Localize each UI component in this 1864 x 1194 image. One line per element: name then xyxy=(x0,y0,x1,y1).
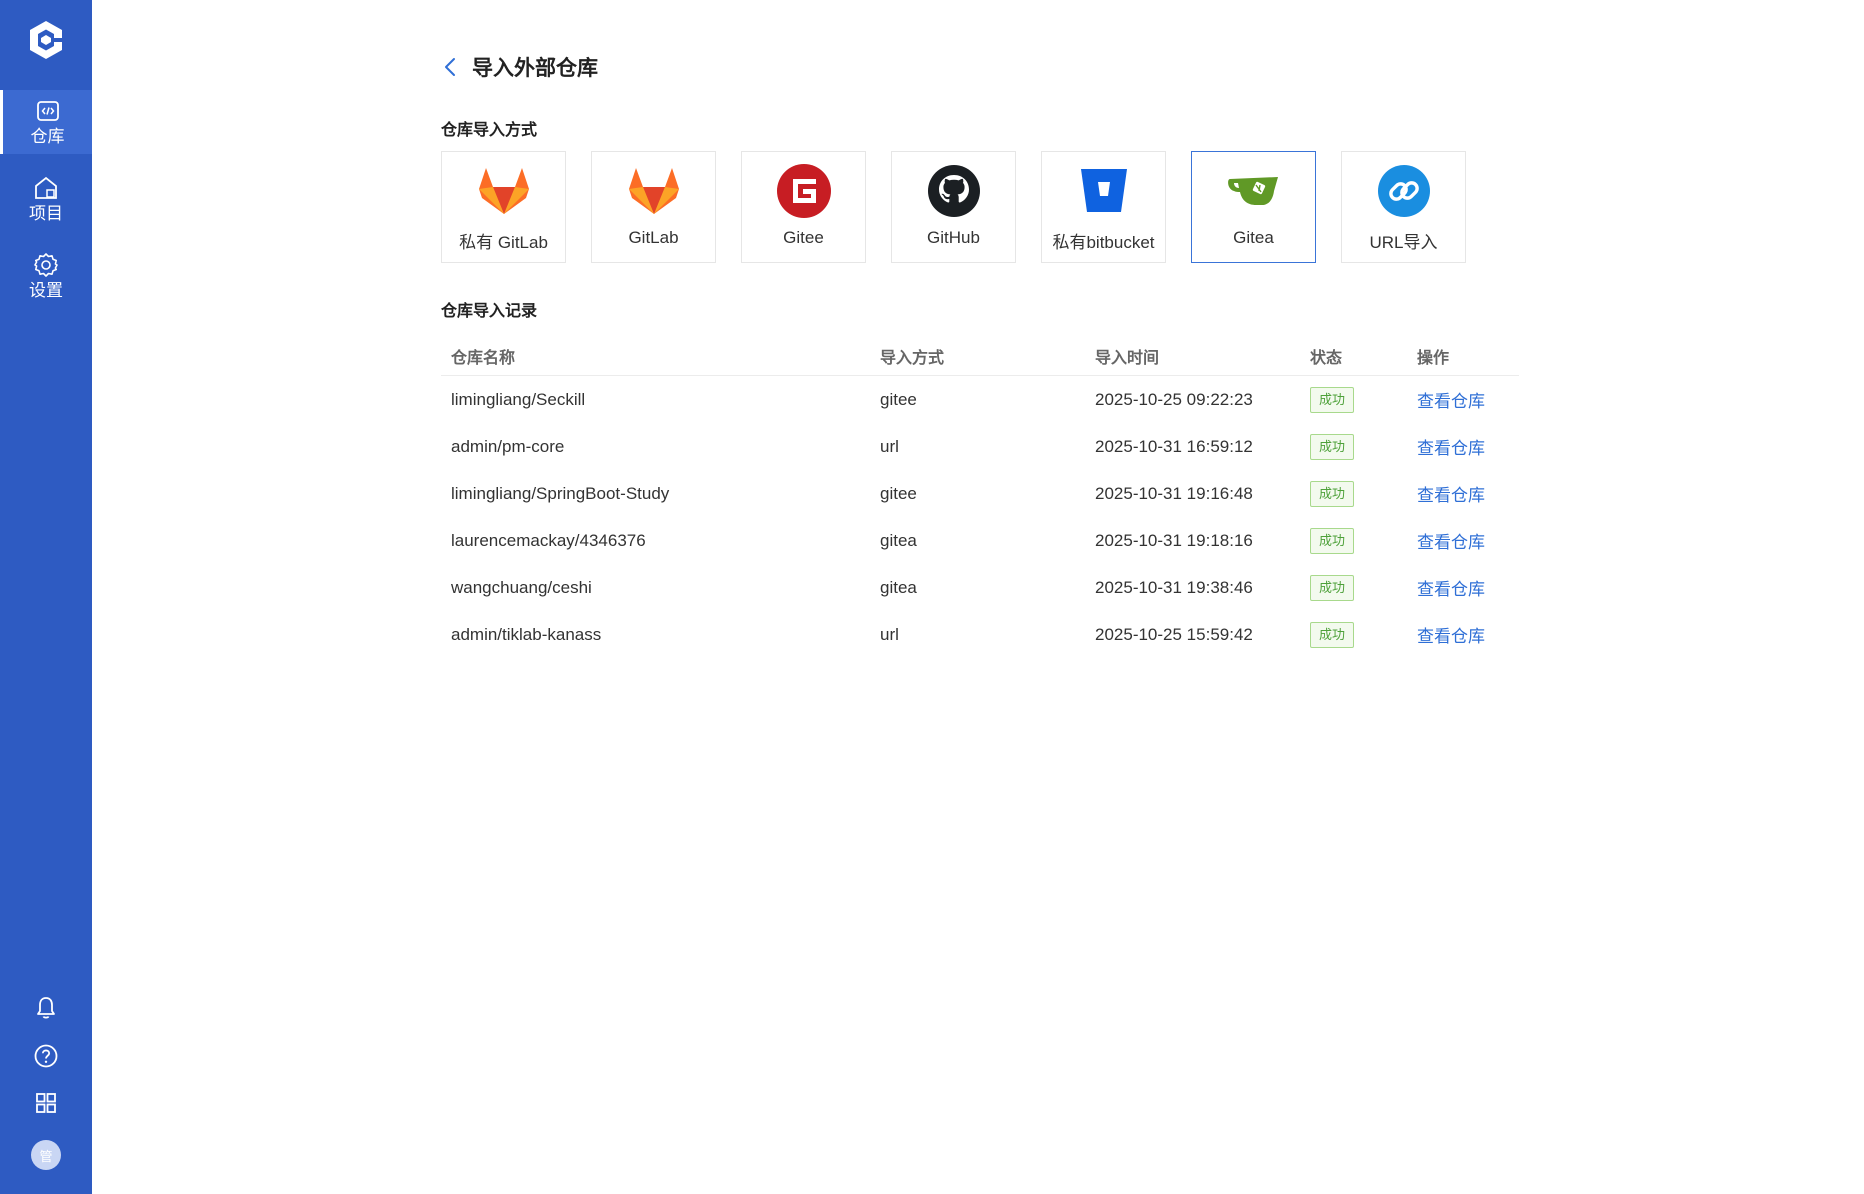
import-card-gitee[interactable]: Gitee xyxy=(741,151,866,263)
repo-name: limingliang/SpringBoot-Study xyxy=(451,483,670,503)
project-icon xyxy=(35,176,57,199)
sidebar-item-label: 设置 xyxy=(29,280,63,300)
repo-name: limingliang/Seckill xyxy=(451,389,586,409)
status-badge: 成功 xyxy=(1310,433,1355,460)
apps-grid-icon[interactable] xyxy=(33,1090,59,1116)
import-records-title: 仓库导入记录 xyxy=(441,303,538,320)
import-time: 2025-10-31 19:38:46 xyxy=(1095,577,1253,597)
column-header: 仓库名称 xyxy=(451,349,516,367)
import-method: gitee xyxy=(880,389,917,409)
help-icon[interactable] xyxy=(33,1043,59,1069)
repo-name: admin/tiklab-kanass xyxy=(451,624,602,644)
page-title: 导入外部仓库 xyxy=(472,57,598,80)
card-label: 私有bitbucket xyxy=(1052,233,1155,252)
page-header: 导入外部仓库 xyxy=(440,50,598,84)
import-time: 2025-10-25 15:59:42 xyxy=(1095,624,1253,644)
view-repo-link[interactable]: 查看仓库 xyxy=(1417,627,1485,646)
gitlab-icon xyxy=(625,162,683,220)
import-card-url[interactable]: URL导入 xyxy=(1341,151,1466,263)
gitee-icon xyxy=(775,162,833,220)
import-method: gitea xyxy=(880,530,917,550)
repo-name: laurencemackay/4346376 xyxy=(451,530,646,550)
status-badge: 成功 xyxy=(1310,574,1355,601)
gear-icon xyxy=(34,252,58,277)
sidebar: 仓库 项目 设置 管 xyxy=(0,0,92,1194)
gitea-icon xyxy=(1225,162,1283,220)
table-row: wangchuang/ceshi gitea 2025-10-31 19:38:… xyxy=(441,564,1519,611)
import-method: gitea xyxy=(880,577,917,597)
import-method: url xyxy=(880,436,899,456)
import-methods-list: 私有 GitLab GitLab Gitee GitHub 私有bitbucke… xyxy=(441,151,1466,263)
card-label: Gitea xyxy=(1233,228,1274,247)
view-repo-link[interactable]: 查看仓库 xyxy=(1417,439,1485,458)
import-method: gitee xyxy=(880,483,917,503)
import-card-private-gitlab[interactable]: 私有 GitLab xyxy=(441,151,566,263)
table-row: limingliang/Seckill gitee 2025-10-25 09:… xyxy=(441,376,1519,423)
view-repo-link[interactable]: 查看仓库 xyxy=(1417,533,1485,552)
repo-name: admin/pm-core xyxy=(451,436,565,456)
table-row: admin/pm-core url 2025-10-31 16:59:12 成功… xyxy=(441,423,1519,470)
import-card-github[interactable]: GitHub xyxy=(891,151,1016,263)
card-label: GitHub xyxy=(927,228,980,247)
sidebar-item-label: 仓库 xyxy=(30,126,65,146)
view-repo-link[interactable]: 查看仓库 xyxy=(1417,580,1485,599)
import-method: url xyxy=(880,624,899,644)
column-header: 导入时间 xyxy=(1095,349,1160,367)
link-icon xyxy=(1375,162,1433,220)
column-header: 操作 xyxy=(1417,349,1450,367)
import-card-gitlab[interactable]: GitLab xyxy=(591,151,716,263)
card-label: URL导入 xyxy=(1369,233,1438,252)
import-card-gitea[interactable]: Gitea xyxy=(1191,151,1316,263)
avatar[interactable]: 管 xyxy=(31,1140,61,1170)
column-header: 状态 xyxy=(1310,349,1343,367)
sidebar-item-settings[interactable]: 设置 xyxy=(0,244,92,308)
import-methods-title: 仓库导入方式 xyxy=(441,122,538,139)
card-label: GitLab xyxy=(628,228,679,247)
table-row: limingliang/SpringBoot-Study gitee 2025-… xyxy=(441,470,1519,517)
bell-icon[interactable] xyxy=(33,995,59,1021)
sidebar-item-project[interactable]: 项目 xyxy=(0,167,92,231)
import-card-private-bitbucket[interactable]: 私有bitbucket xyxy=(1041,151,1166,263)
repo-name: wangchuang/ceshi xyxy=(451,577,592,597)
status-badge: 成功 xyxy=(1310,386,1355,413)
avatar-text: 管 xyxy=(39,1148,53,1164)
back-arrow-icon[interactable] xyxy=(440,56,462,78)
card-label: Gitee xyxy=(783,228,824,247)
table-header: 仓库名称 导入方式 导入时间 状态 操作 xyxy=(441,336,1519,376)
import-time: 2025-10-25 09:22:23 xyxy=(1095,389,1253,409)
app-logo-icon[interactable] xyxy=(24,18,68,62)
sidebar-item-label: 项目 xyxy=(29,203,63,223)
import-time: 2025-10-31 16:59:12 xyxy=(1095,436,1253,456)
sidebar-item-repo[interactable]: 仓库 xyxy=(0,90,92,154)
repo-icon xyxy=(36,100,59,121)
table-row: laurencemackay/4346376 gitea 2025-10-31 … xyxy=(441,517,1519,564)
github-icon xyxy=(925,162,983,220)
import-time: 2025-10-31 19:16:48 xyxy=(1095,483,1253,503)
import-records-table: 仓库名称 导入方式 导入时间 状态 操作 limingliang/Seckill… xyxy=(441,336,1519,658)
status-badge: 成功 xyxy=(1310,527,1355,554)
import-time: 2025-10-31 19:18:16 xyxy=(1095,530,1253,550)
status-badge: 成功 xyxy=(1310,480,1355,507)
view-repo-link[interactable]: 查看仓库 xyxy=(1417,486,1485,505)
column-header: 导入方式 xyxy=(880,349,945,367)
view-repo-link[interactable]: 查看仓库 xyxy=(1417,392,1485,411)
gitlab-icon xyxy=(475,162,533,220)
status-badge: 成功 xyxy=(1310,621,1355,648)
table-row: admin/tiklab-kanass url 2025-10-25 15:59… xyxy=(441,611,1519,658)
card-label: 私有 GitLab xyxy=(459,233,548,252)
bitbucket-icon xyxy=(1075,162,1133,220)
